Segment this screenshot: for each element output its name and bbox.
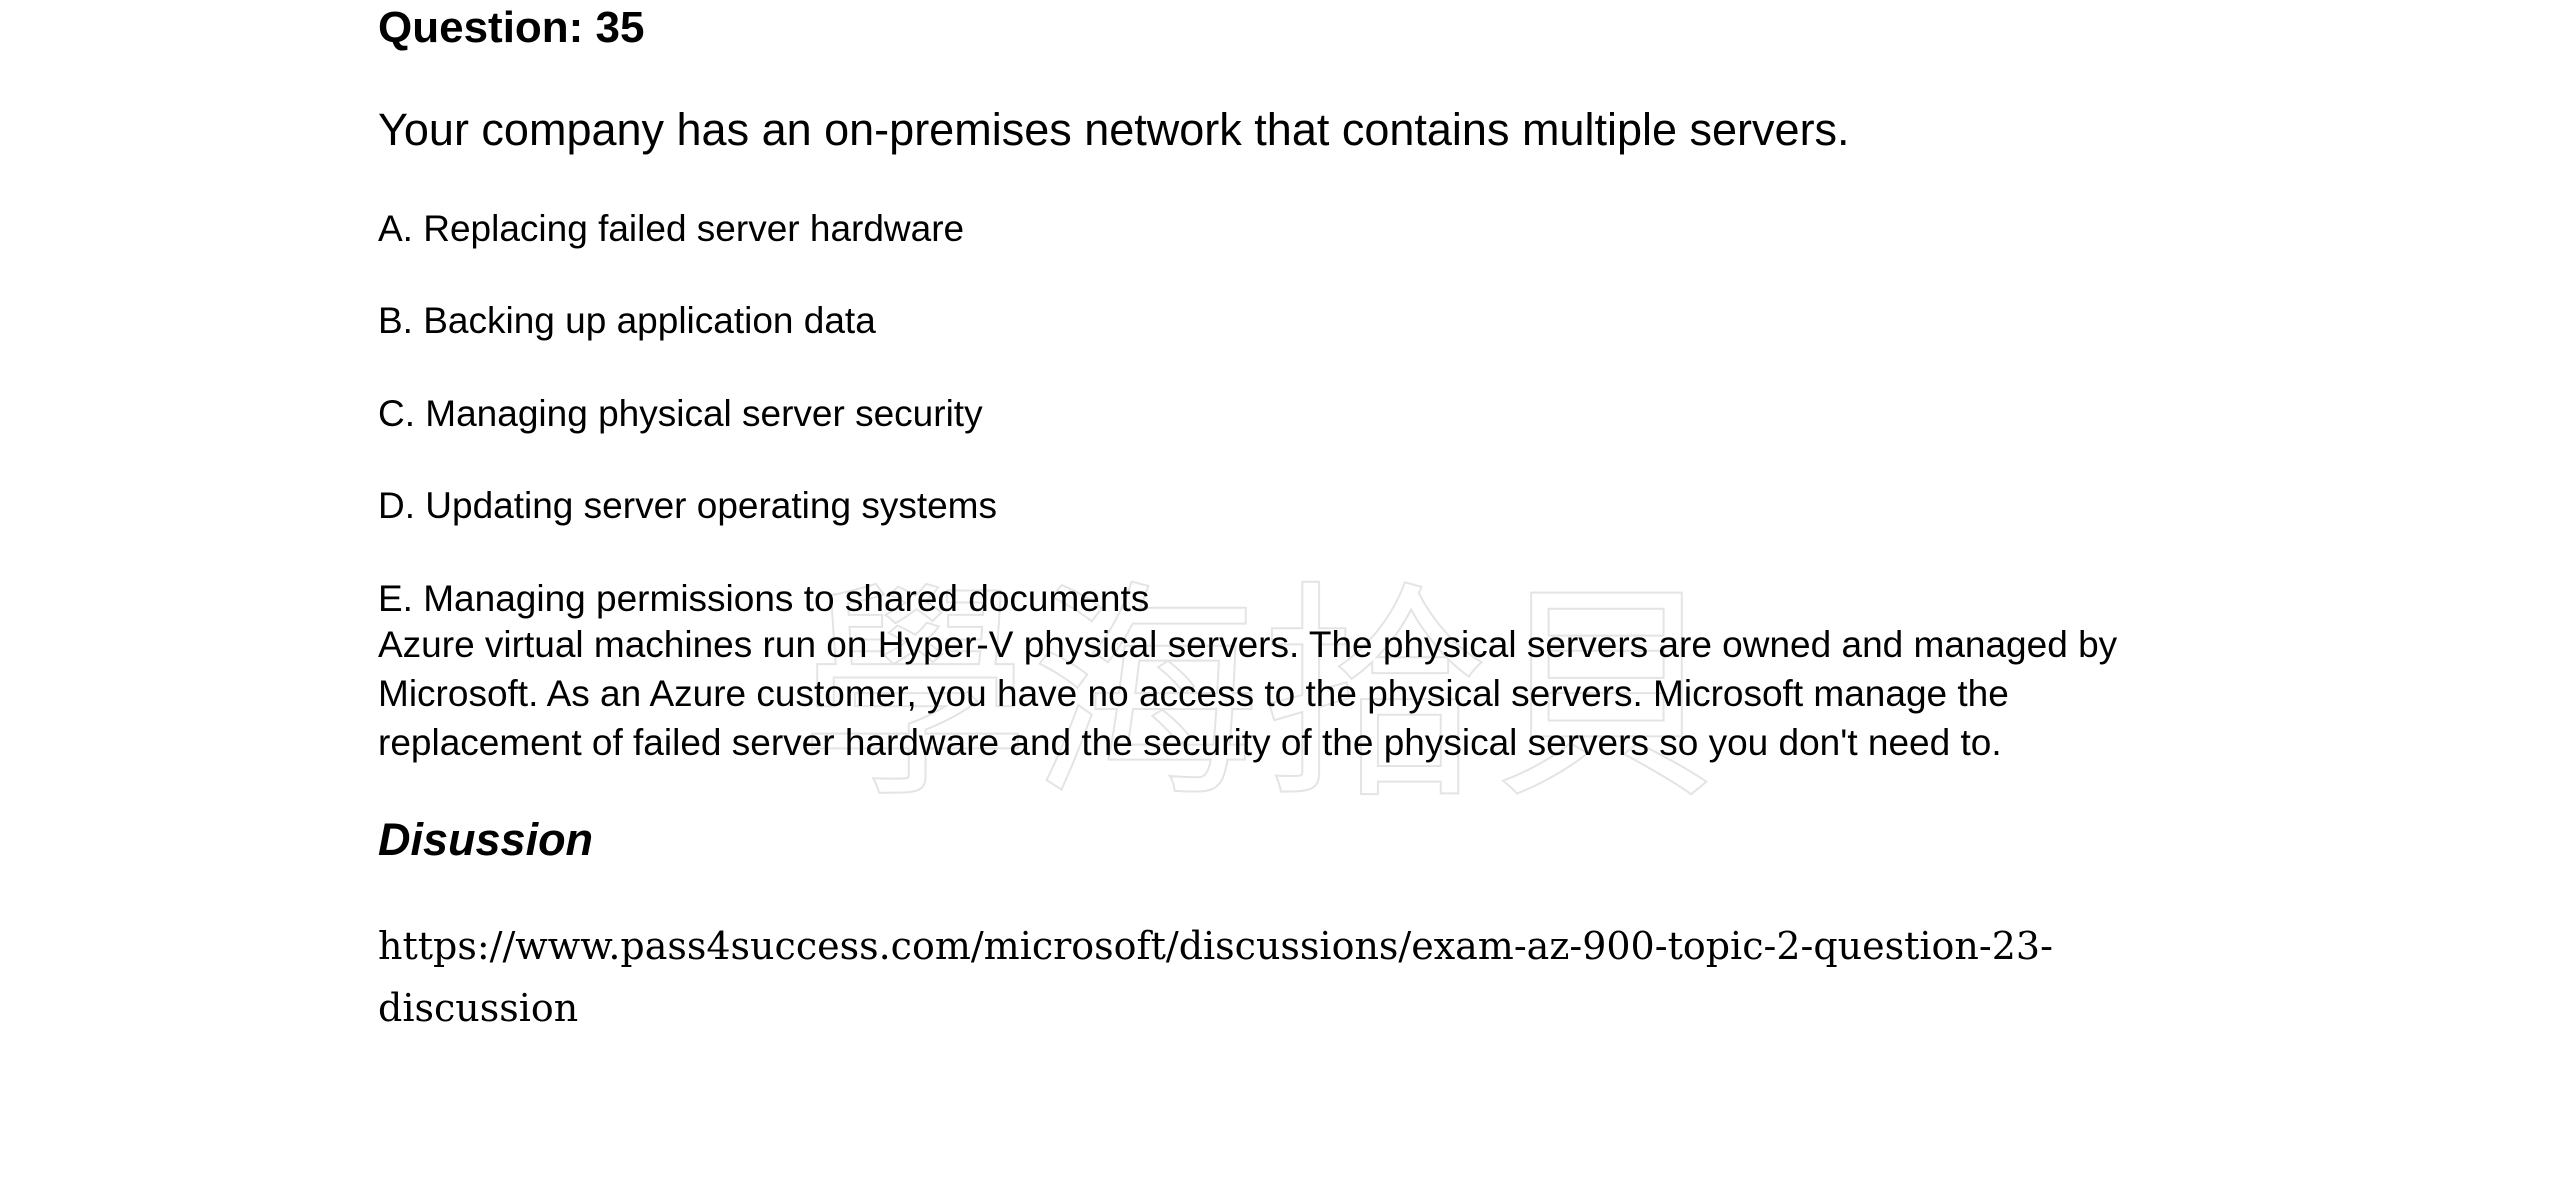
option-a: A. Replacing failed server hardware (378, 208, 965, 249)
option-e: E. Managing permissions to shared docume… (378, 578, 1150, 619)
discussion-link[interactable]: https://www.pass4success.com/microsoft/d… (378, 915, 2178, 1039)
question-number: Question: 35 (378, 3, 645, 52)
discussion-link-line: discussion (378, 986, 579, 1030)
explanation-line: Microsoft. As an Azure customer, you hav… (378, 673, 2009, 714)
answer-explanation: Azure virtual machines run on Hyper-V ph… (378, 620, 2198, 767)
question-text: Your company has an on-premises network … (378, 104, 1850, 155)
explanation-line: replacement of failed server hardware an… (378, 722, 2002, 763)
explanation-line: Azure virtual machines run on Hyper-V ph… (378, 624, 2118, 665)
discussion-link-line: https://www.pass4success.com/microsoft/d… (378, 924, 2053, 968)
option-d: D. Updating server operating systems (378, 485, 997, 526)
option-c: C. Managing physical server security (378, 393, 983, 434)
discussion-heading: Disussion (378, 814, 594, 865)
option-b: B. Backing up application data (378, 300, 876, 341)
